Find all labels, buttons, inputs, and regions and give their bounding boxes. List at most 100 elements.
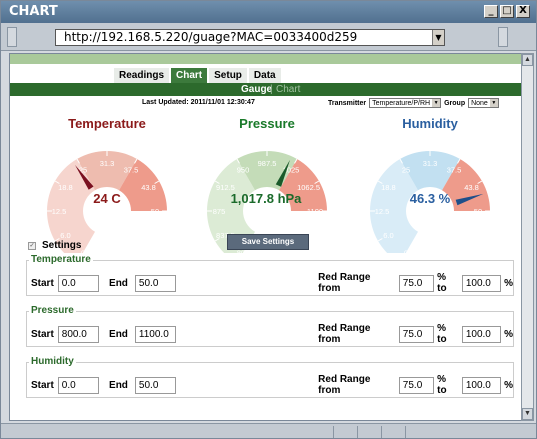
gauge-tick-label: 37.5: [124, 165, 139, 174]
browser-window: CHART _ □ X http://192.168.5.220/guage?M…: [0, 0, 537, 439]
settings-toggle[interactable]: ✓ Settings: [28, 240, 81, 251]
pressure-red-to-input[interactable]: 100.0: [461, 325, 502, 343]
start-label: Start: [31, 379, 54, 391]
gauge-tick-label: 950: [237, 165, 250, 174]
temperature-settings: Temperature Start 0.0 End 50.0 Red Range…: [26, 254, 514, 296]
scroll-up-button[interactable]: ▲: [522, 54, 533, 66]
temperature-red-to-input[interactable]: 100.0: [461, 274, 502, 292]
gauge-tick-label: 987.5: [258, 159, 277, 168]
subnav-separator: |: [270, 84, 273, 95]
window-title: CHART: [9, 4, 58, 19]
gauge-tick-label: 18.8: [58, 183, 73, 192]
gauge-tick-label: 50: [151, 207, 159, 216]
start-label: Start: [31, 277, 54, 289]
status-divider: [333, 426, 334, 438]
vertical-scrollbar[interactable]: ▲ ▼: [521, 53, 534, 421]
tab-readings[interactable]: Readings: [114, 68, 170, 83]
gauge-tick-label: 1100: [307, 207, 323, 216]
pressure-title: Pressure: [239, 116, 295, 131]
page-content: Readings Chart Setup Data Gauge | Chart …: [9, 53, 523, 421]
humidity-red-from-input[interactable]: 75.0: [398, 376, 435, 394]
gauge-tick-label: 18.8: [381, 183, 396, 192]
end-label: End: [109, 328, 128, 340]
status-divider: [381, 426, 382, 438]
percent-label: %: [504, 328, 514, 340]
temperature-start-input[interactable]: 0.0: [57, 274, 100, 292]
tab-data[interactable]: Data: [248, 68, 281, 83]
end-label: End: [109, 379, 128, 391]
pressure-end-input[interactable]: 1100.0: [134, 325, 177, 343]
humidity-value: 46.3 %: [409, 191, 451, 206]
red-range-label: Red Range from: [318, 323, 371, 345]
red-range-label: Red Range from: [318, 272, 371, 294]
group-value: None: [471, 99, 488, 107]
gauge-tick-label: 43.8: [141, 183, 156, 192]
gauge-tick-label: 31.3: [100, 159, 115, 168]
gauge-tick-label: 6.0: [60, 231, 70, 240]
minimize-button[interactable]: _: [484, 5, 498, 18]
temperature-end-input[interactable]: 50.0: [134, 274, 177, 292]
end-label: End: [109, 277, 128, 289]
status-bar: [1, 423, 536, 438]
pressure-value: 1,017.8 hPa: [230, 191, 302, 206]
url-text: http://192.168.5.220/guage?MAC=0033400d2…: [64, 30, 358, 44]
percent-label: %: [504, 277, 514, 289]
humidity-settings: Humidity Start 0.0 End 50.0 Red Range fr…: [26, 356, 514, 398]
group-select[interactable]: None ▼: [468, 98, 499, 108]
window-controls: _ □ X: [484, 5, 530, 18]
pressure-red-from-input[interactable]: 75.0: [398, 325, 435, 343]
temperature-red-from-input[interactable]: 75.0: [398, 274, 435, 292]
red-range-label: Red Range from: [318, 374, 371, 396]
settings-checkbox[interactable]: ✓: [28, 241, 36, 250]
scroll-down-button[interactable]: ▼: [522, 408, 533, 420]
humidity-end-input[interactable]: 50.0: [134, 376, 177, 394]
pressure-start-input[interactable]: 800.0: [57, 325, 100, 343]
tab-setup[interactable]: Setup: [209, 68, 247, 83]
humidity-legend: Humidity: [29, 356, 76, 367]
save-settings-button[interactable]: Save Settings: [227, 234, 309, 250]
temperature-legend: Temperature: [29, 254, 93, 265]
temperature-range-row: Start 0.0 End 50.0 Red Range from 75.0 %…: [31, 272, 513, 294]
temperature-title: Temperature: [68, 116, 146, 131]
percent-to-label: % to: [437, 374, 447, 396]
subnav-chart[interactable]: Chart: [276, 83, 300, 96]
humidity-start-input[interactable]: 0.0: [57, 376, 100, 394]
address-bar: http://192.168.5.220/guage?MAC=0033400d2…: [1, 23, 536, 51]
subnav-gauge[interactable]: Gauge: [241, 83, 272, 96]
percent-to-label: % to: [437, 323, 447, 345]
pressure-range-row: Start 800.0 End 1100.0 Red Range from 75…: [31, 323, 513, 345]
tab-chart[interactable]: Chart: [171, 68, 208, 83]
gauge-tick-label: 0: [81, 249, 85, 253]
status-divider: [405, 426, 406, 438]
header-band: [10, 54, 522, 64]
gauge-tick-label: 0: [404, 249, 408, 253]
gauge-tick-label: 12.5: [52, 207, 67, 216]
percent-label: %: [504, 379, 514, 391]
status-divider: [357, 426, 358, 438]
gauge-tick-label: 31.3: [423, 159, 438, 168]
chevron-down-icon: ▼: [489, 99, 498, 107]
maximize-button[interactable]: □: [500, 5, 514, 18]
percent-to-label: % to: [437, 272, 447, 294]
gauge-tick-label: 37.5: [447, 165, 462, 174]
gauge-tick-label: 50: [474, 207, 482, 216]
temperature-value: 24 C: [93, 191, 121, 206]
humidity-title: Humidity: [402, 116, 458, 131]
settings-label: Settings: [42, 240, 82, 251]
close-button[interactable]: X: [516, 5, 530, 18]
transmitter-select[interactable]: Temperature/P/RH ▼: [369, 98, 442, 108]
gauge-tick-label: 25: [402, 165, 410, 174]
gauge-tick-label: 43.8: [464, 183, 479, 192]
group-label: Group: [444, 99, 466, 107]
toolbar-handle-right: [498, 27, 508, 47]
url-input[interactable]: http://192.168.5.220/guage?MAC=0033400d2…: [55, 29, 445, 46]
url-dropdown-button[interactable]: ▼: [432, 30, 444, 45]
start-label: Start: [31, 328, 54, 340]
window-titlebar: CHART _ □ X: [1, 1, 536, 23]
main-tabs: Readings Chart Setup Data: [114, 68, 281, 83]
toolbar-handle: [7, 27, 17, 47]
last-updated-text: Last Updated: 2011/11/01 12:30:47: [142, 99, 255, 106]
chevron-down-icon: ▼: [432, 99, 441, 107]
humidity-red-to-input[interactable]: 100.0: [461, 376, 502, 394]
gauge-tick-label: 875: [213, 207, 226, 216]
